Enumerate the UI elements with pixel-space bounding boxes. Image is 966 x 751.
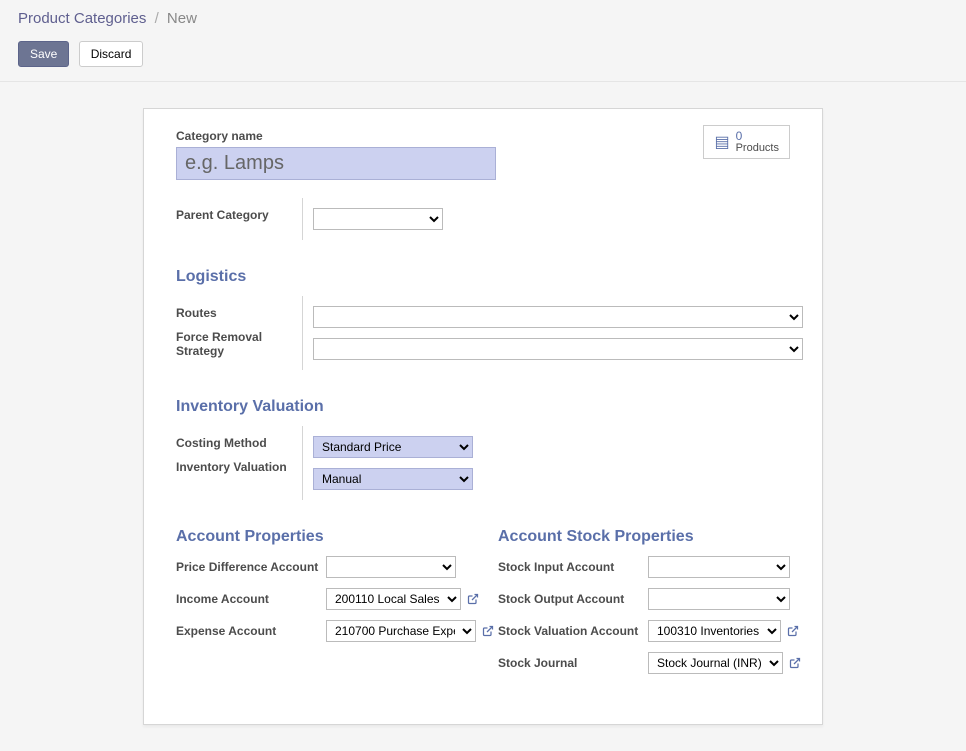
force-removal-label: Force Removal Strategy — [176, 330, 312, 358]
expense-account-label: Expense Account — [176, 624, 326, 638]
stock-input-select[interactable] — [648, 556, 790, 578]
category-name-input[interactable] — [176, 147, 496, 180]
account-stock-heading: Account Stock Properties — [498, 528, 790, 546]
products-stat-button[interactable]: ▤ 0 Products — [703, 125, 790, 159]
inventory-valuation-select[interactable]: Manual — [313, 468, 473, 490]
stock-output-select[interactable] — [648, 588, 790, 610]
header-bar: Product Categories / New Save Discard — [0, 0, 966, 82]
external-link-icon[interactable] — [482, 625, 494, 637]
products-label: Products — [736, 142, 779, 154]
routes-label: Routes — [176, 306, 312, 320]
breadcrumb-parent-link[interactable]: Product Categories — [18, 10, 146, 27]
routes-select[interactable] — [313, 306, 803, 328]
income-account-label: Income Account — [176, 592, 326, 606]
breadcrumb-current: New — [167, 10, 197, 27]
breadcrumb-separator: / — [155, 10, 159, 27]
income-account-select[interactable]: 200110 Local Sales — [326, 588, 461, 610]
parent-category-select[interactable] — [313, 208, 443, 230]
logistics-heading: Logistics — [176, 268, 790, 286]
price-diff-label: Price Difference Account — [176, 560, 326, 574]
stock-journal-label: Stock Journal — [498, 656, 648, 670]
save-button[interactable]: Save — [18, 41, 69, 67]
external-link-icon[interactable] — [789, 657, 801, 669]
inventory-valuation-heading: Inventory Valuation — [176, 398, 790, 416]
stock-journal-select[interactable]: Stock Journal (INR) — [648, 652, 783, 674]
action-buttons: Save Discard — [18, 41, 948, 67]
stock-valuation-select[interactable]: 100310 Inventories — [648, 620, 781, 642]
costing-method-select[interactable]: Standard Price — [313, 436, 473, 458]
price-diff-select[interactable] — [326, 556, 456, 578]
discard-button[interactable]: Discard — [79, 41, 144, 67]
parent-category-label: Parent Category — [176, 208, 312, 222]
external-link-icon[interactable] — [787, 625, 799, 637]
expense-account-select[interactable]: 210700 Purchase Expense — [326, 620, 476, 642]
products-count: 0 — [736, 130, 779, 142]
form-sheet: ▤ 0 Products Category name Parent Catego… — [143, 108, 823, 725]
costing-method-label: Costing Method — [176, 436, 312, 450]
account-properties-heading: Account Properties — [176, 528, 468, 546]
breadcrumb: Product Categories / New — [18, 10, 948, 27]
list-icon: ▤ — [714, 132, 727, 152]
external-link-icon[interactable] — [467, 593, 479, 605]
stock-output-label: Stock Output Account — [498, 592, 648, 606]
inventory-valuation-label: Inventory Valuation — [176, 460, 312, 474]
force-removal-select[interactable] — [313, 338, 803, 360]
stock-input-label: Stock Input Account — [498, 560, 648, 574]
sheet-container: ▤ 0 Products Category name Parent Catego… — [0, 82, 966, 751]
category-name-label: Category name — [176, 129, 790, 143]
stock-valuation-label: Stock Valuation Account — [498, 624, 648, 638]
